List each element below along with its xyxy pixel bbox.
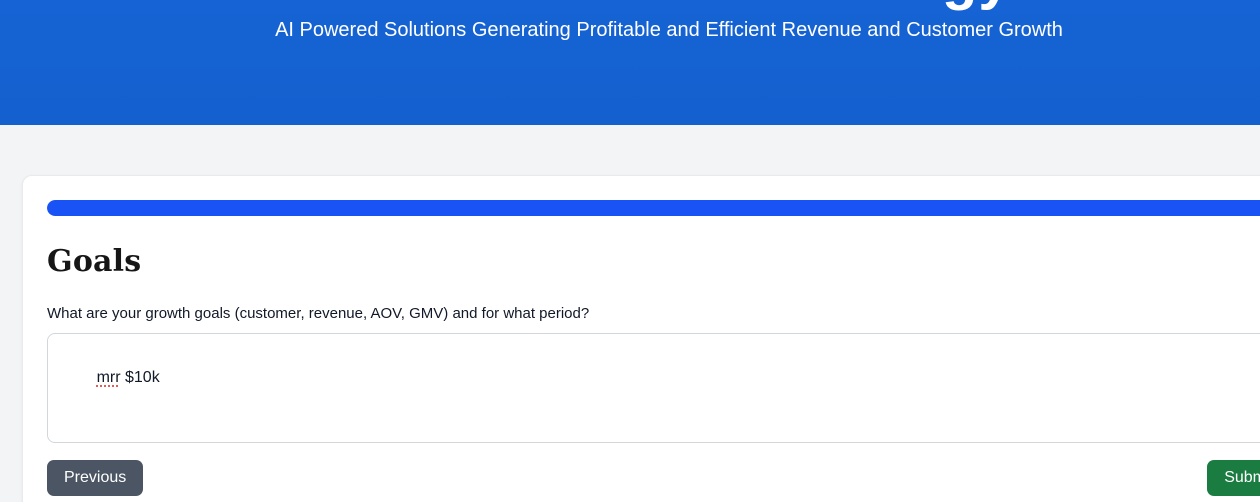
browser-viewport: gy AI Powered Solutions Generating Profi… xyxy=(0,0,1260,502)
page-header: gy AI Powered Solutions Generating Profi… xyxy=(0,0,1260,125)
answer-text-rest: $10k xyxy=(121,369,160,386)
goals-answer-textarea[interactable]: mrr $10k xyxy=(47,333,1260,443)
progress-bar xyxy=(47,200,1260,216)
progress-bar-fill xyxy=(47,200,1260,216)
previous-button[interactable]: Previous xyxy=(47,460,143,496)
misspelled-word: mrr xyxy=(97,369,121,386)
page-subtitle: AI Powered Solutions Generating Profitab… xyxy=(0,0,1260,43)
form-card: Goals What are your growth goals (custom… xyxy=(22,175,1260,502)
question-label: What are your growth goals (customer, re… xyxy=(47,304,1260,324)
submit-button[interactable]: Submit xyxy=(1207,460,1260,496)
page-title-partial: gy xyxy=(942,0,1012,8)
form-actions: Previous Submit xyxy=(47,460,1260,496)
step-title: Goals xyxy=(47,243,1260,281)
page: gy AI Powered Solutions Generating Profi… xyxy=(0,0,1260,502)
